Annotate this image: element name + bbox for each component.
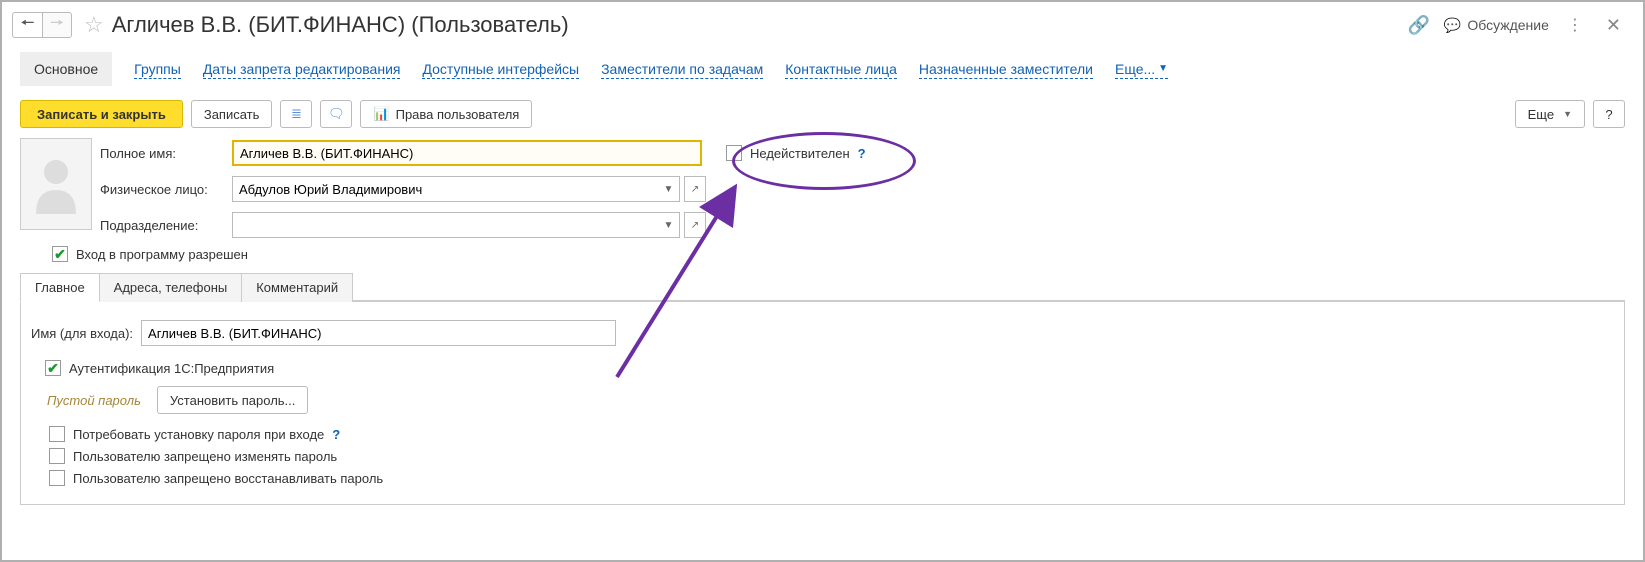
user-rights-button[interactable]: 📊 Права пользователя xyxy=(360,100,532,128)
login-allowed-label: Вход в программу разрешен xyxy=(76,247,248,262)
navtab-more[interactable]: Еще... ▼ xyxy=(1115,60,1168,79)
empty-password-label: Пустой пароль xyxy=(47,393,141,408)
navtab-edit-lock-dates[interactable]: Даты запрета редактирования xyxy=(203,60,401,79)
speech-icon: 🗨 xyxy=(328,106,345,122)
require-pass-help-icon[interactable]: ? xyxy=(332,427,340,442)
dept-open-button[interactable]: ↗ xyxy=(684,212,706,238)
nav-back-button[interactable]: 🠔 xyxy=(12,12,42,38)
more-button[interactable]: Еще ▼ xyxy=(1515,100,1585,128)
dept-input[interactable] xyxy=(232,212,658,238)
navtab-contacts[interactable]: Контактные лица xyxy=(785,60,897,79)
person-input[interactable] xyxy=(232,176,658,202)
discuss-button[interactable]: 💬 Обсуждение xyxy=(1444,17,1549,34)
login-name-input[interactable] xyxy=(141,320,616,346)
navtab-main[interactable]: Основное xyxy=(20,52,112,86)
subtab-main[interactable]: Главное xyxy=(20,273,100,302)
kebab-menu-icon[interactable]: ⋮ xyxy=(1563,15,1586,35)
require-pass-label: Потребовать установку пароля при входе xyxy=(73,427,324,442)
dept-label: Подразделение: xyxy=(100,218,222,233)
navtab-interfaces[interactable]: Доступные интерфейсы xyxy=(422,60,579,79)
subtab-addresses[interactable]: Адреса, телефоны xyxy=(100,273,243,302)
person-label: Физическое лицо: xyxy=(100,182,222,197)
discuss-label: Обсуждение xyxy=(1467,17,1549,33)
help-button[interactable]: ? xyxy=(1593,100,1625,128)
require-pass-checkbox[interactable] xyxy=(49,426,65,442)
dept-dropdown-button[interactable]: ▼ xyxy=(658,212,680,238)
save-close-button[interactable]: Записать и закрыть xyxy=(20,100,183,128)
set-password-button[interactable]: Установить пароль... xyxy=(157,386,308,414)
save-button[interactable]: Записать xyxy=(191,100,273,128)
comments-button[interactable]: 🗨 xyxy=(320,100,352,128)
avatar[interactable] xyxy=(20,138,92,230)
navtab-task-subs[interactable]: Заместители по задачам xyxy=(601,60,763,79)
deny-restore-pass-label: Пользователю запрещено восстанавливать п… xyxy=(73,471,383,486)
chart-icon: 📊 xyxy=(373,106,389,122)
chevron-down-icon: ▼ xyxy=(1563,109,1572,119)
close-icon[interactable]: ✕ xyxy=(1600,15,1627,36)
inactive-checkbox[interactable] xyxy=(726,145,742,161)
deny-change-pass-checkbox[interactable] xyxy=(49,448,65,464)
full-name-input[interactable] xyxy=(232,140,702,166)
favorite-star-icon[interactable]: ☆ xyxy=(84,12,104,38)
login-name-label: Имя (для входа): xyxy=(31,326,133,341)
full-name-label: Полное имя: xyxy=(100,146,222,161)
inactive-help-icon[interactable]: ? xyxy=(858,146,866,161)
subtab-comment[interactable]: Комментарий xyxy=(242,273,353,302)
navtab-more-label: Еще... xyxy=(1115,60,1155,78)
chat-icon: 💬 xyxy=(1444,17,1461,34)
auth-1c-checkbox[interactable]: ✔ xyxy=(45,360,61,376)
auth-1c-label: Аутентификация 1С:Предприятия xyxy=(69,361,274,376)
page-title: Агличев В.В. (БИТ.ФИНАНС) (Пользователь) xyxy=(112,12,1408,38)
person-silhouette-icon xyxy=(31,154,81,214)
navtab-assigned-subs[interactable]: Назначенные заместители xyxy=(919,60,1093,79)
link-icon[interactable]: 🔗 xyxy=(1407,15,1429,36)
list-icon: ≣ xyxy=(291,106,302,122)
deny-change-pass-label: Пользователю запрещено изменять пароль xyxy=(73,449,337,464)
more-label: Еще xyxy=(1528,107,1554,122)
user-rights-label: Права пользователя xyxy=(396,107,520,122)
login-allowed-checkbox[interactable]: ✔ xyxy=(52,246,68,262)
person-open-button[interactable]: ↗ xyxy=(684,176,706,202)
nav-forward-button: 🠖 xyxy=(42,12,72,38)
navtab-groups[interactable]: Группы xyxy=(134,60,181,79)
person-dropdown-button[interactable]: ▼ xyxy=(658,176,680,202)
list-view-button[interactable]: ≣ xyxy=(280,100,312,128)
chevron-down-icon: ▼ xyxy=(1158,60,1168,78)
inactive-label: Недействителен xyxy=(750,146,850,161)
deny-restore-pass-checkbox[interactable] xyxy=(49,470,65,486)
